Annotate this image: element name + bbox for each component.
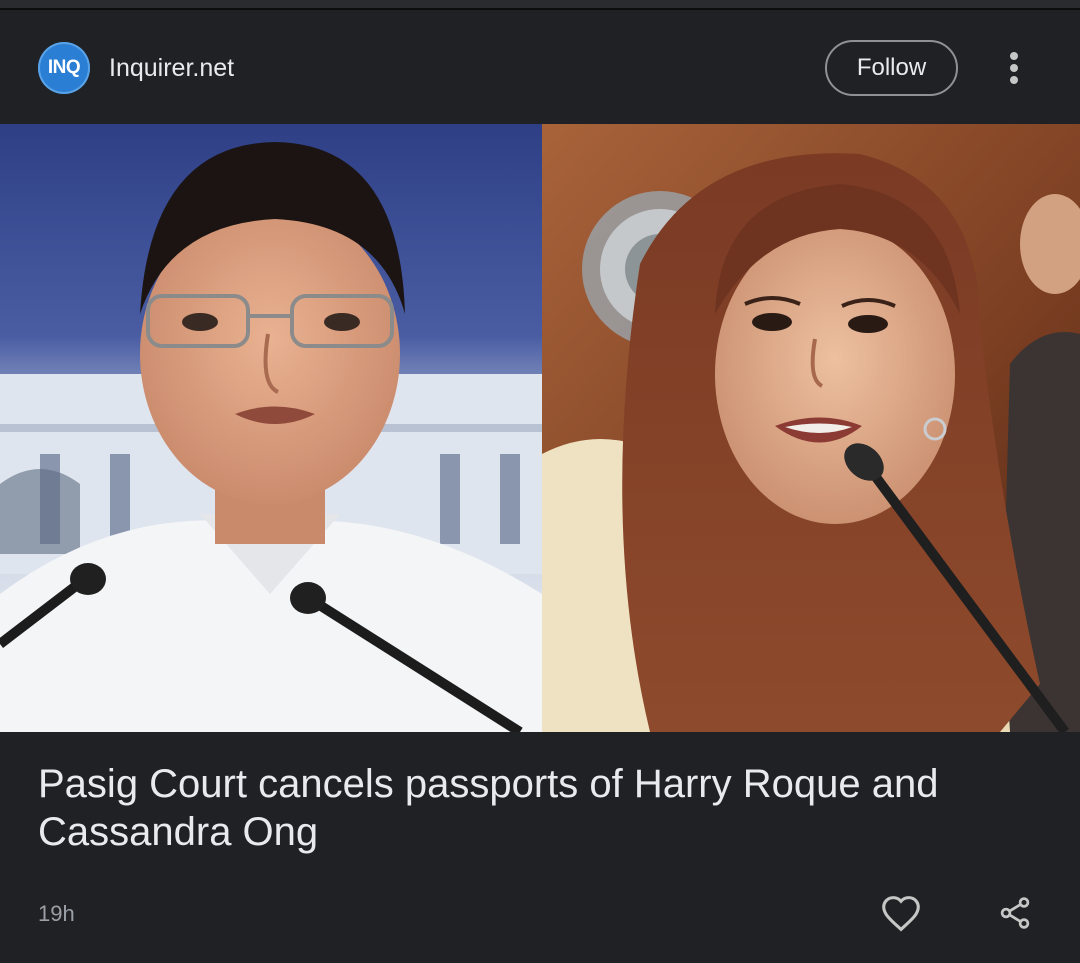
follow-button-label: Follow [856, 54, 927, 81]
more-options-button[interactable] [994, 46, 1034, 90]
more-vert-icon [1010, 52, 1018, 84]
share-button[interactable] [990, 888, 1040, 938]
top-divider [0, 0, 1080, 10]
article-headline[interactable]: Pasig Court cancels passports of Harry R… [38, 760, 1038, 856]
article-timestamp: 19h [38, 901, 75, 926]
source-logo[interactable]: INQ [38, 42, 90, 94]
heart-icon [882, 896, 920, 932]
news-card[interactable]: INQ Inquirer.net Follow Pasig Court canc… [0, 0, 1080, 963]
article-photo[interactable] [0, 124, 1080, 732]
article-photo-illustration [0, 124, 1080, 732]
like-button[interactable] [876, 888, 926, 938]
follow-button[interactable]: Follow [825, 40, 958, 96]
source-name[interactable]: Inquirer.net [109, 52, 234, 84]
source-logo-text: INQ [47, 57, 81, 78]
share-icon [1000, 897, 1030, 929]
